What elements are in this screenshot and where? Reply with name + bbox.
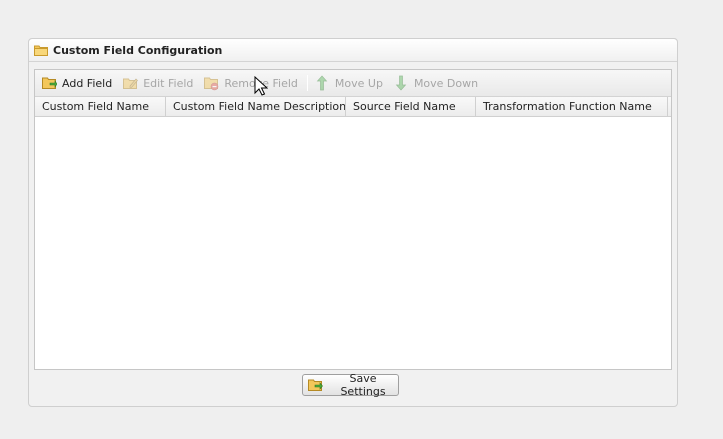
custom-field-grid: Add Field Edit Field Remove Field Move U… xyxy=(34,69,672,370)
remove-field-label: Remove Field xyxy=(224,76,298,90)
edit-icon xyxy=(122,75,139,91)
panel-title: Custom Field Configuration xyxy=(53,43,223,57)
toolbar-separator xyxy=(306,75,308,91)
column-header-source-field[interactable]: Source Field Name xyxy=(346,97,476,116)
grid-body[interactable] xyxy=(35,117,671,369)
move-up-label: Move Up xyxy=(334,76,383,90)
save-icon xyxy=(307,377,323,393)
custom-field-panel: Custom Field Configuration Add Field Edi… xyxy=(28,38,678,407)
arrow-down-icon xyxy=(393,75,409,91)
add-page-icon xyxy=(41,75,58,91)
move-up-button[interactable]: Move Up xyxy=(313,72,387,94)
folder-icon xyxy=(34,44,48,56)
grid-column-headers: Custom Field Name Custom Field Name Desc… xyxy=(35,97,671,117)
move-down-label: Move Down xyxy=(413,76,479,90)
arrow-up-icon xyxy=(314,75,330,91)
panel-header: Custom Field Configuration xyxy=(29,39,677,62)
save-settings-button[interactable]: Save Settings xyxy=(302,372,399,398)
save-settings-label: Save Settings xyxy=(340,372,386,398)
remove-field-button[interactable]: Remove Field xyxy=(202,72,302,94)
column-header-description[interactable]: Custom Field Name Description xyxy=(166,97,346,116)
column-header-transformation[interactable]: Transformation Function Name xyxy=(476,97,668,116)
column-header-custom-field-name[interactable]: Custom Field Name xyxy=(35,97,166,116)
edit-field-label: Edit Field xyxy=(143,76,194,90)
add-field-label: Add Field xyxy=(62,76,113,90)
add-field-button[interactable]: Add Field xyxy=(40,72,116,94)
move-down-button[interactable]: Move Down xyxy=(392,72,482,94)
remove-icon xyxy=(203,75,219,91)
grid-toolbar: Add Field Edit Field Remove Field Move U… xyxy=(35,70,671,97)
edit-field-button[interactable]: Edit Field xyxy=(121,72,197,94)
